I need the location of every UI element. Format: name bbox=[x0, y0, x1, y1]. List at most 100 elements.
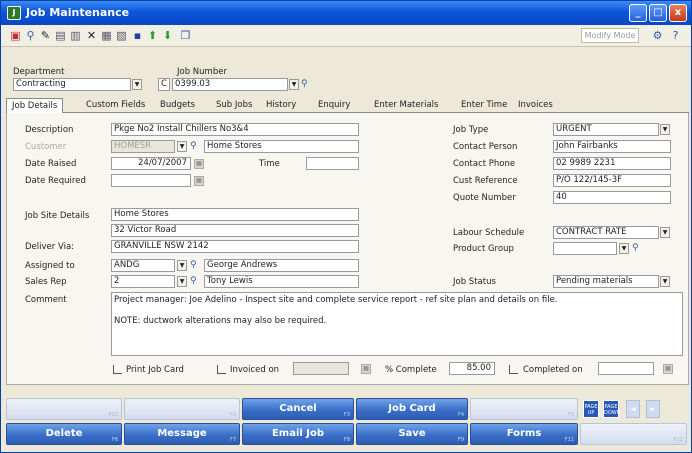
comment-line-1: Project manager: Joe Adelino - Inspect s… bbox=[114, 295, 558, 305]
tab-custom-fields[interactable]: Custom Fields bbox=[86, 98, 145, 113]
completed-calendar-icon[interactable]: ▦ bbox=[663, 364, 673, 374]
product-group-dropdown-icon[interactable]: ▼ bbox=[619, 243, 629, 254]
time-field[interactable] bbox=[306, 157, 359, 170]
minimize-button[interactable]: _ bbox=[629, 4, 647, 22]
fkey-f13-button[interactable]: F13 bbox=[6, 398, 122, 420]
tab-enter-materials[interactable]: Enter Materials bbox=[374, 98, 438, 113]
cancel-button[interactable]: Cancel F3 bbox=[242, 398, 354, 420]
contact-person-field[interactable]: John Fairbanks bbox=[553, 140, 671, 153]
invoiced-calendar-icon[interactable]: ▦ bbox=[361, 364, 371, 374]
previous-icon[interactable]: ◄ bbox=[626, 400, 640, 418]
job-status-select[interactable]: Pending materials bbox=[553, 275, 659, 288]
site-line1-field[interactable]: Home Stores bbox=[111, 208, 359, 221]
deliver-via-label: Deliver Via: bbox=[25, 242, 75, 252]
delete-button[interactable]: Delete F6 bbox=[6, 423, 122, 445]
save-button[interactable]: Save F9 bbox=[356, 423, 468, 445]
settings-icon[interactable]: ⚙ bbox=[651, 29, 664, 42]
job-number-field[interactable]: 0399.03 bbox=[172, 78, 288, 91]
print-job-card-checkbox[interactable] bbox=[113, 365, 122, 374]
list-icon[interactable]: ▦ bbox=[100, 29, 113, 42]
tab-history[interactable]: History bbox=[266, 98, 296, 113]
close-button[interactable]: x bbox=[669, 4, 687, 22]
job-site-label: Job Site Details bbox=[25, 211, 90, 221]
percent-complete-field[interactable]: 85.00 bbox=[449, 362, 495, 375]
up-arrow-icon[interactable]: ⬆ bbox=[146, 29, 159, 42]
page-up-button[interactable]: PAGE UP bbox=[583, 400, 599, 418]
help-icon[interactable]: ? bbox=[669, 29, 682, 42]
site-line2-field[interactable]: 32 Victor Road bbox=[111, 224, 359, 237]
labour-schedule-dropdown-icon[interactable]: ▼ bbox=[660, 227, 670, 238]
sales-rep-name-field[interactable]: Tony Lewis bbox=[204, 275, 359, 288]
message-button[interactable]: Message F7 bbox=[124, 423, 240, 445]
sales-rep-search-icon[interactable]: ⚲ bbox=[190, 275, 201, 287]
job-number-search-icon[interactable]: ⚲ bbox=[301, 78, 312, 90]
date-required-field[interactable] bbox=[111, 174, 191, 187]
customer-dropdown-icon[interactable]: ▼ bbox=[177, 141, 187, 152]
delete-icon[interactable]: ✕ bbox=[85, 29, 98, 42]
find-icon[interactable]: ⚲ bbox=[24, 29, 37, 42]
tab-enter-time[interactable]: Enter Time bbox=[461, 98, 507, 113]
completed-date-field[interactable] bbox=[598, 362, 654, 375]
tab-invoices[interactable]: Invoices bbox=[518, 98, 553, 113]
tab-enquiry[interactable]: Enquiry bbox=[318, 98, 350, 113]
page-down-button[interactable]: PAGE DOWN bbox=[603, 400, 620, 418]
maximize-button[interactable]: □ bbox=[649, 4, 667, 22]
tab-job-details[interactable]: Job Details bbox=[6, 98, 64, 114]
edit-icon[interactable]: ✎ bbox=[39, 29, 52, 42]
job-card-button[interactable]: Job Card F4 bbox=[356, 398, 468, 420]
product-group-field[interactable] bbox=[553, 242, 617, 255]
invoiced-checkbox[interactable] bbox=[217, 365, 226, 374]
sales-rep-dropdown-icon[interactable]: ▼ bbox=[177, 276, 187, 287]
new-icon[interactable]: ▣ bbox=[9, 29, 22, 42]
date-raised-field[interactable]: 24/07/2007 bbox=[111, 157, 191, 170]
down-arrow-icon[interactable]: ⬇ bbox=[161, 29, 174, 42]
job-type-select[interactable]: URGENT bbox=[553, 123, 659, 136]
quote-number-field[interactable]: 40 bbox=[553, 191, 671, 204]
next-icon[interactable]: ► bbox=[646, 400, 660, 418]
labour-schedule-label: Labour Schedule bbox=[453, 228, 525, 238]
copy-icon[interactable]: ▤ bbox=[54, 29, 67, 42]
table-icon[interactable]: ▧ bbox=[115, 29, 128, 42]
assigned-search-icon[interactable]: ⚲ bbox=[190, 259, 201, 271]
job-number-dropdown-icon[interactable]: ▼ bbox=[289, 79, 299, 90]
date-raised-label: Date Raised bbox=[25, 159, 77, 169]
customer-name-field[interactable]: Home Stores bbox=[204, 140, 359, 153]
cust-reference-field[interactable]: P/O 122/145-3F bbox=[553, 174, 671, 187]
completed-checkbox[interactable] bbox=[509, 365, 518, 374]
customer-search-icon[interactable]: ⚲ bbox=[190, 140, 201, 152]
customer-code-field[interactable]: HOMESR bbox=[111, 140, 175, 153]
job-status-dropdown-icon[interactable]: ▼ bbox=[660, 276, 670, 287]
description-label: Description bbox=[25, 125, 74, 135]
tab-budgets[interactable]: Budgets bbox=[160, 98, 195, 113]
product-group-search-icon[interactable]: ⚲ bbox=[632, 242, 643, 254]
sales-rep-code-field[interactable]: 2 bbox=[111, 275, 175, 288]
date-required-calendar-icon[interactable]: ▦ bbox=[194, 176, 204, 186]
attach-icon[interactable]: ▥ bbox=[69, 29, 82, 42]
invoiced-date-field[interactable] bbox=[293, 362, 349, 375]
window-icon[interactable]: ❐ bbox=[179, 29, 192, 42]
labour-schedule-select[interactable]: CONTRACT RATE bbox=[553, 226, 659, 239]
email-job-button[interactable]: Email Job F8 bbox=[242, 423, 354, 445]
app-icon: J bbox=[7, 6, 21, 20]
department-dropdown-icon[interactable]: ▼ bbox=[132, 79, 142, 90]
date-required-label: Date Required bbox=[25, 176, 86, 186]
job-type-dropdown-icon[interactable]: ▼ bbox=[660, 124, 670, 135]
contact-phone-field[interactable]: 02 9989 2231 bbox=[553, 157, 671, 170]
product-group-label: Product Group bbox=[453, 244, 514, 254]
department-select[interactable]: Contracting bbox=[13, 78, 131, 91]
comment-textarea[interactable]: Project manager: Joe Adelino - Inspect s… bbox=[111, 292, 683, 356]
window-title: Job Maintenance bbox=[26, 6, 130, 19]
assigned-name-field[interactable]: George Andrews bbox=[204, 259, 359, 272]
tab-sub-jobs[interactable]: Sub Jobs bbox=[216, 98, 252, 113]
forms-button[interactable]: Forms F11 bbox=[470, 423, 578, 445]
date-raised-calendar-icon[interactable]: ▦ bbox=[194, 159, 204, 169]
description-field[interactable]: Pkge No2 Install Chillers No3&4 bbox=[111, 123, 359, 136]
job-prefix-field[interactable]: C bbox=[158, 78, 170, 91]
site-line3-field[interactable]: GRANVILLE NSW 2142 bbox=[111, 240, 359, 253]
fkey-f2-button[interactable]: F2 bbox=[124, 398, 240, 420]
assigned-code-field[interactable]: ANDG bbox=[111, 259, 175, 272]
fkey-f5-button[interactable]: F5 bbox=[470, 398, 578, 420]
assigned-dropdown-icon[interactable]: ▼ bbox=[177, 260, 187, 271]
fkey-f12-button[interactable]: F12 bbox=[580, 423, 687, 445]
save-icon[interactable]: ▪ bbox=[131, 29, 144, 42]
